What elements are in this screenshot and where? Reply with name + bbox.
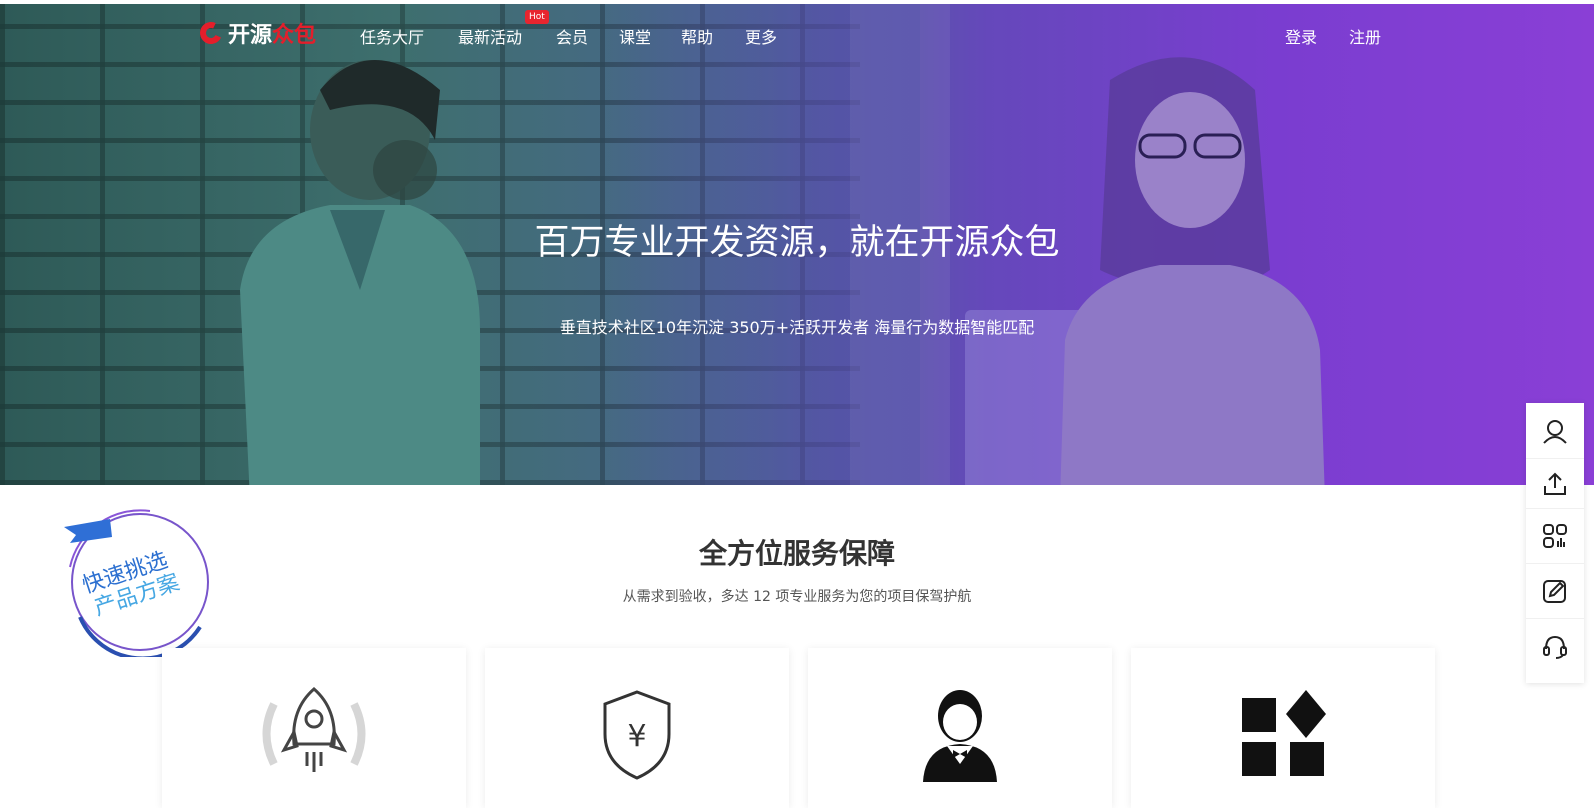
service-card-2[interactable]: ¥ [485, 648, 789, 808]
register-link[interactable]: 注册 [1349, 24, 1381, 48]
floating-toolbar [1526, 403, 1584, 683]
user-icon [1543, 419, 1567, 444]
svg-text:¥: ¥ [627, 719, 646, 754]
hero-subtitle: 垂直技术社区10年沉淀 350万+活跃开发者 海量行为数据智能匹配 [559, 318, 1035, 337]
toolbar-qr[interactable] [1526, 508, 1584, 563]
brand-logo[interactable]: 开源 众包 [196, 16, 317, 50]
hot-badge: Hot [525, 10, 549, 24]
shield-yen-icon: ¥ [603, 690, 671, 780]
section-title: 全方位服务保障 [698, 537, 895, 570]
upload-icon [1544, 472, 1566, 495]
quick-pick-badge[interactable]: 快速挑选 产品方案 [50, 497, 225, 657]
service-card-4[interactable] [1131, 648, 1435, 808]
hero-banner: 开源 众包 任务大厅 最新活动 Hot 会员 课堂 帮助 更多 登录 注册 百万… [0, 0, 1594, 485]
brand-name-part1: 开源 [228, 23, 273, 48]
nav-latest-events[interactable]: 最新活动 [458, 24, 522, 48]
brand-name-part2: 众包 [272, 23, 317, 48]
butler-icon [923, 690, 997, 782]
edit-icon [1543, 580, 1566, 603]
logo-mark-icon [196, 18, 226, 48]
nav-task-hall[interactable]: 任务大厅 [360, 24, 424, 48]
login-link[interactable]: 登录 [1285, 24, 1317, 48]
service-card-1[interactable] [162, 648, 466, 808]
toolbar-user[interactable] [1526, 403, 1584, 458]
toolbar-upload[interactable] [1526, 458, 1584, 508]
toolbar-edit[interactable] [1526, 563, 1584, 618]
nav-help[interactable]: 帮助 [681, 24, 713, 48]
service-card-3[interactable] [808, 648, 1112, 808]
section-subtitle: 从需求到验收，多达 12 项专业服务为您的项目保驾护航 [622, 589, 972, 605]
toolbar-support[interactable] [1526, 618, 1584, 673]
top-nav: 开源 众包 任务大厅 最新活动 Hot 会员 课堂 帮助 更多 登录 注册 [0, 10, 1594, 54]
nav-membership[interactable]: 会员 [556, 24, 588, 48]
nav-more[interactable]: 更多 [745, 24, 777, 48]
hero-title: 百万专业开发资源，就在开源众包 [534, 223, 1060, 263]
nav-classroom[interactable]: 课堂 [619, 24, 651, 48]
qr-code-icon [1543, 524, 1567, 548]
headset-icon [1543, 635, 1567, 659]
apps-grid-icon [1242, 690, 1326, 776]
rocket-icon [262, 687, 366, 772]
